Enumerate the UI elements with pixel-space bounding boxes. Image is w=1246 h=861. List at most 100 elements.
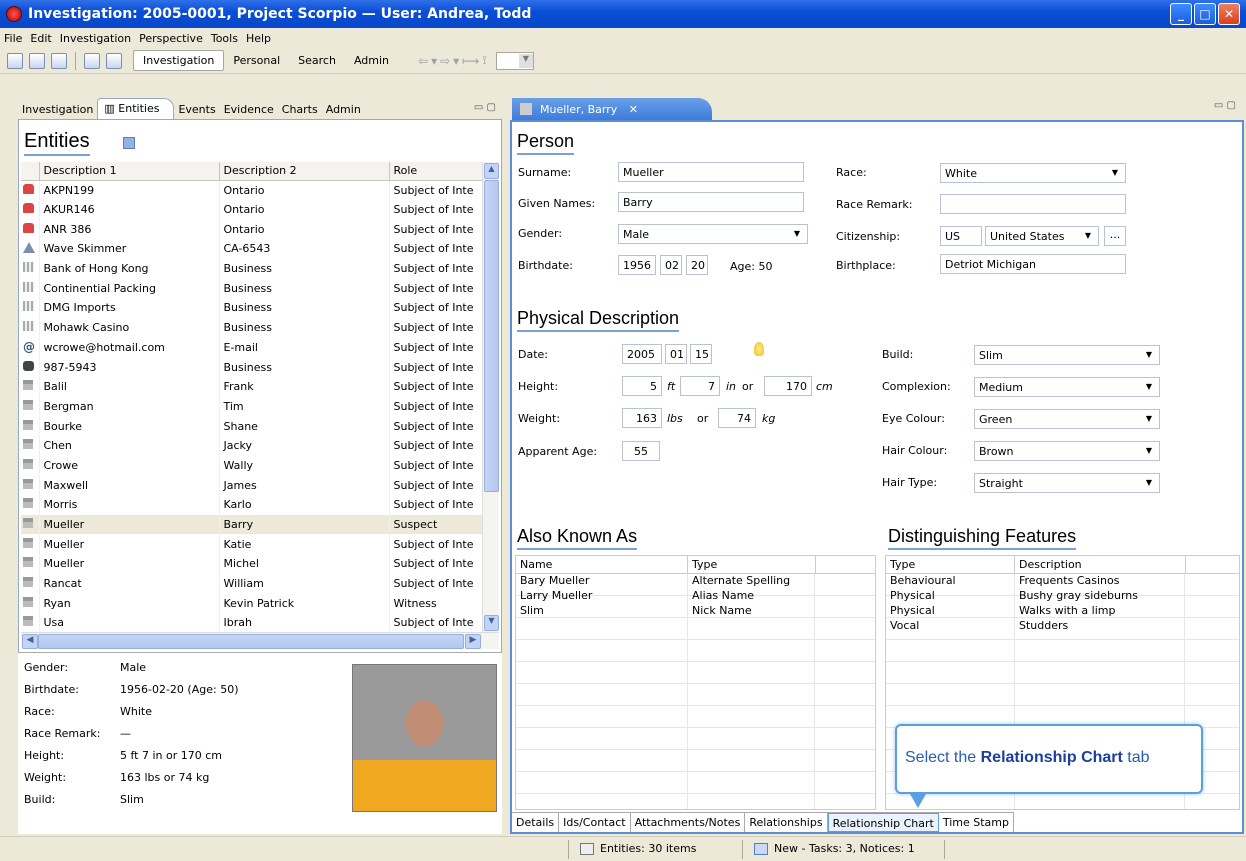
print-icon[interactable] — [51, 52, 67, 69]
scroll-left-icon[interactable]: ◀ — [22, 634, 38, 649]
perspective-personal[interactable]: Personal — [224, 51, 289, 70]
perspective-investigation[interactable]: Investigation — [133, 50, 225, 71]
table-row[interactable]: Morris Karlo Subject of Inte — [21, 495, 499, 515]
scroll-right-icon[interactable]: ▶ — [465, 634, 481, 649]
table-row[interactable]: Mueller Barry Suspect — [21, 514, 499, 535]
weight-lbs-field[interactable]: 163 — [622, 408, 662, 428]
scroll-up-icon[interactable]: ▲ — [484, 163, 499, 179]
height-cm-field[interactable]: 170 — [764, 376, 812, 396]
citizenship-browse-button[interactable]: ... — [1104, 226, 1126, 246]
table-row[interactable]: Maxwell James Subject of Inte — [21, 475, 499, 495]
tab-evidence[interactable]: Evidence — [220, 100, 278, 119]
apparent-age-field[interactable]: 55 — [622, 441, 660, 461]
gender-select[interactable]: Male ▼ — [618, 224, 808, 244]
entities-vertical-scrollbar[interactable]: ▲ ▼ — [482, 162, 499, 632]
tab-events[interactable]: Events — [174, 100, 219, 119]
complexion-select[interactable]: Medium ▼ — [974, 377, 1160, 397]
given-names-field[interactable]: Barry — [618, 192, 804, 212]
minimize-button[interactable]: _ — [1170, 3, 1192, 25]
date-year-field[interactable]: 2005 — [622, 344, 662, 364]
table-row[interactable]: Bourke Shane Subject of Inte — [21, 416, 499, 436]
tab-attachments-notes[interactable]: Attachments/Notes — [631, 813, 746, 832]
column-header-description2[interactable]: Description 2 — [219, 162, 390, 181]
race-remark-field[interactable] — [940, 194, 1126, 214]
features-column-description[interactable]: Description — [1015, 556, 1186, 573]
table-row[interactable]: Ryan Kevin Patrick Witness — [21, 593, 499, 614]
entities-view-icon[interactable] — [123, 137, 135, 149]
table-row[interactable]: Chen Jacky Subject of Inte — [21, 435, 499, 456]
table-row[interactable]: Bergman Tim Subject of Inte — [21, 396, 499, 417]
nav-combo[interactable]: ▼ — [495, 51, 534, 70]
height-in-field[interactable]: 7 — [680, 376, 720, 396]
birth-year-field[interactable]: 1956 — [618, 255, 656, 275]
table-row[interactable]: Balil Frank Subject of Inte — [21, 376, 499, 397]
eye-colour-select[interactable]: Green ▼ — [974, 409, 1160, 429]
back-icon[interactable]: ⇦▾ — [418, 54, 440, 68]
build-select[interactable]: Slim ▼ — [974, 345, 1160, 365]
close-icon[interactable]: ✕ — [629, 103, 638, 116]
date-month-field[interactable]: 01 — [665, 344, 687, 364]
forward-icon[interactable]: ⇨▾ — [440, 54, 462, 68]
menu-edit[interactable]: Edit — [28, 32, 57, 45]
h-scroll-thumb[interactable] — [38, 634, 464, 649]
perspective-search[interactable]: Search — [289, 51, 345, 70]
save-icon[interactable] — [29, 52, 45, 69]
feature-row[interactable]: Physical Bushy gray sideburns — [886, 589, 1239, 604]
perspective-admin[interactable]: Admin — [345, 51, 398, 70]
menu-help[interactable]: Help — [244, 32, 277, 45]
left-pane-minmax-icon[interactable]: ▭ ▢ — [474, 102, 496, 113]
hair-type-select[interactable]: Straight ▼ — [974, 473, 1160, 493]
aka-column-name[interactable]: Name — [516, 556, 688, 573]
tab-relationship-chart[interactable]: Relationship Chart — [827, 813, 939, 832]
table-row[interactable]: Usa Ibrah Subject of Inte — [21, 613, 499, 633]
menu-investigation[interactable]: Investigation — [58, 32, 137, 45]
feature-row[interactable]: Behavioural Frequents Casinos — [886, 574, 1239, 589]
menu-perspective[interactable]: Perspective — [137, 32, 209, 45]
table-row[interactable]: Crowe Wally Subject of Inte — [21, 455, 499, 476]
scroll-thumb[interactable] — [484, 180, 499, 492]
table-row[interactable]: @ wcrowe@hotmail.com E-mail Subject of Inte — [21, 337, 499, 358]
table-row[interactable]: Bank of Hong Kong Business Subject of Inte — [21, 258, 499, 279]
birth-day-field[interactable]: 20 — [686, 255, 708, 275]
menu-tools[interactable]: Tools — [209, 32, 244, 45]
table-row[interactable]: 987-5943 Business Subject of Inte — [21, 357, 499, 377]
birth-month-field[interactable]: 02 — [660, 255, 682, 275]
export-icon[interactable] — [106, 52, 122, 69]
tab-time-stamp[interactable]: Time Stamp — [939, 813, 1014, 832]
aka-row[interactable]: Larry Mueller Alias Name — [516, 589, 875, 604]
print-preview-icon[interactable] — [84, 52, 100, 69]
tab-ids-contact[interactable]: Ids/Contact — [559, 813, 631, 832]
tab-details[interactable]: Details — [512, 813, 560, 832]
race-select[interactable]: White ▼ — [940, 163, 1126, 183]
scroll-down-icon[interactable]: ▼ — [484, 615, 499, 631]
date-day-field[interactable]: 15 — [690, 344, 712, 364]
table-row[interactable]: Mueller Michel Subject of Inte — [21, 554, 499, 574]
aka-row[interactable]: Bary Mueller Alternate Spelling — [516, 574, 875, 589]
pin-icon[interactable]: ⟼ — [462, 54, 482, 68]
new-icon[interactable] — [7, 52, 23, 69]
entities-horizontal-scrollbar[interactable]: ◀ ▶ — [21, 632, 499, 649]
table-row[interactable]: DMG Imports Business Subject of Inte — [21, 298, 499, 318]
tab-charts[interactable]: Charts — [278, 100, 322, 119]
feature-row[interactable]: Physical Walks with a limp — [886, 604, 1239, 619]
table-row[interactable]: AKUR146 Ontario Subject of Inte — [21, 199, 499, 220]
tab-admin[interactable]: Admin — [322, 100, 365, 119]
surname-field[interactable]: Mueller — [618, 162, 804, 182]
birthplace-field[interactable]: Detriot Michigan — [940, 254, 1126, 274]
table-row[interactable]: Wave Skimmer CA-6543 Subject of Inte — [21, 239, 499, 259]
table-row[interactable]: AKPN199 Ontario Subject of Inte — [21, 180, 499, 200]
table-row[interactable]: Mohawk Casino Business Subject of Inte — [21, 317, 499, 338]
aka-column-type[interactable]: Type — [688, 556, 816, 573]
close-button[interactable]: ✕ — [1218, 3, 1240, 25]
citizenship-select[interactable]: United States ▼ — [985, 226, 1099, 246]
maximize-button[interactable]: □ — [1194, 3, 1216, 25]
weight-kg-field[interactable]: 74 — [718, 408, 756, 428]
features-column-type[interactable]: Type — [886, 556, 1015, 573]
menu-file[interactable]: File — [2, 32, 28, 45]
tab-investigation[interactable]: Investigation — [18, 100, 97, 119]
lightbulb-icon[interactable] — [754, 342, 764, 356]
feature-row[interactable]: Vocal Studders — [886, 619, 1239, 634]
table-row[interactable]: Mueller Katie Subject of Inte — [21, 534, 499, 555]
pin2-icon[interactable]: ⟟ — [482, 53, 489, 68]
status-tasks[interactable]: New - Tasks: 3, Notices: 1 — [754, 842, 915, 855]
